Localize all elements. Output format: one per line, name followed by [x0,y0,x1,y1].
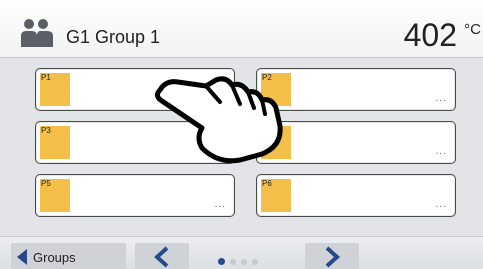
chevron-right-icon [325,246,340,268]
program-slot-3[interactable]: P3 ... [35,121,235,164]
page-dot-4 [252,258,258,265]
page-dot-2 [230,258,236,265]
more-icon: ... [435,146,447,157]
page-title: G1 Group 1 [66,27,161,47]
program-label: P3 [41,126,51,135]
header-bar: G1 Group 1 402 °C [0,0,483,58]
program-slot-1[interactable]: P1 ... [35,68,235,111]
program-label: P1 [41,73,51,82]
program-color-swatch [261,126,291,159]
program-slot-6[interactable]: P6 ... [256,174,456,217]
page-dot-1 [218,258,225,266]
more-icon: ... [435,93,447,104]
arrow-left-icon [17,249,27,265]
more-icon: ... [435,199,447,210]
next-page-button[interactable] [305,243,359,269]
temperature-unit: °C [464,21,481,38]
more-icon: ... [214,199,226,210]
group-icon [21,19,53,47]
program-slot-5[interactable]: P5 ... [35,174,235,217]
program-label: P6 [262,179,272,188]
program-slot-4[interactable]: ... [256,121,456,164]
more-icon: ... [214,146,226,157]
program-label: P5 [41,179,51,188]
footer-bar: Groups [0,236,483,269]
temperature-value: 402 [403,17,457,53]
groups-button-label: Groups [33,250,76,265]
groups-button[interactable]: Groups [11,243,126,269]
more-icon: ... [214,93,226,104]
page-dot-3 [241,258,247,265]
chevron-left-icon [154,246,169,268]
program-grid: P1 ... P2 ... P3 ... ... P5 ... P6 ... [0,58,483,236]
previous-page-button[interactable] [135,243,189,269]
program-slot-2[interactable]: P2 ... [256,68,456,111]
page-indicator [218,253,263,266]
program-label: P2 [262,73,272,82]
